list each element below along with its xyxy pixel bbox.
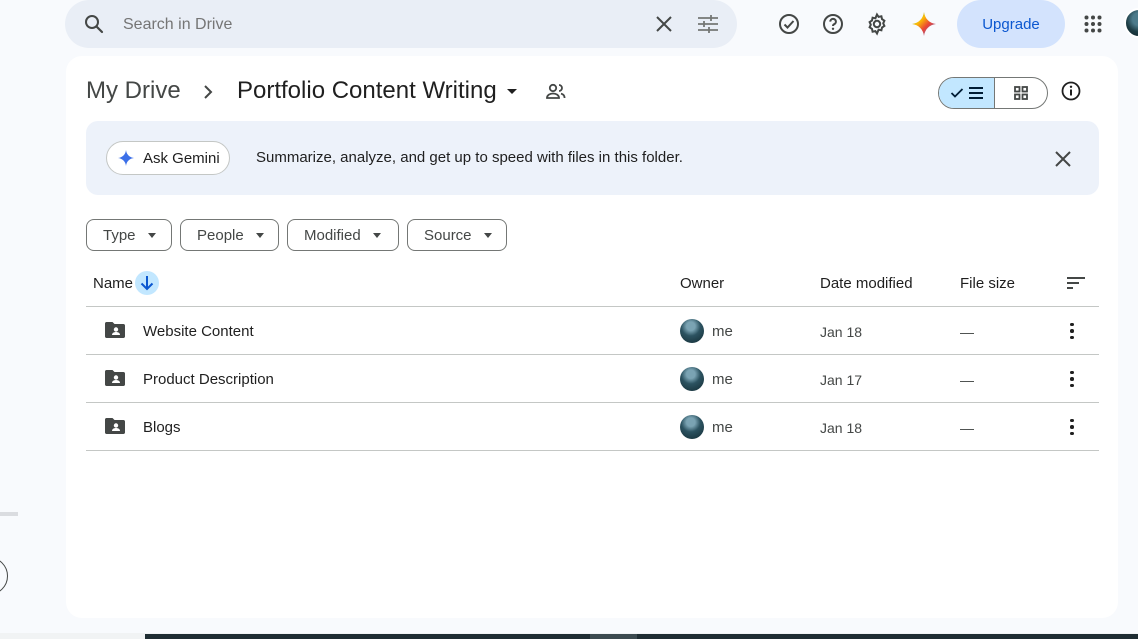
filter-source-chip[interactable]: Source — [407, 219, 507, 251]
ask-gemini-button[interactable]: Ask Gemini — [106, 141, 230, 175]
search-input[interactable] — [121, 14, 625, 36]
file-size: — — [960, 420, 974, 436]
file-size: — — [960, 372, 974, 388]
filter-label: Type — [103, 226, 136, 244]
column-header-name[interactable]: Name — [93, 275, 133, 292]
sort-direction-button[interactable] — [135, 271, 159, 295]
caret-down-icon — [255, 232, 264, 238]
grid-view-button[interactable] — [995, 78, 1047, 108]
list-view-button[interactable] — [939, 78, 995, 108]
shared-folder-icon — [104, 417, 126, 440]
filter-label: Modified — [304, 226, 361, 244]
upgrade-button[interactable]: Upgrade — [957, 0, 1065, 48]
gemini-star-icon — [118, 150, 134, 166]
grid-icon — [1014, 86, 1028, 100]
breadcrumb-current-folder[interactable]: Portfolio Content Writing — [237, 77, 517, 105]
settings-gear-icon[interactable] — [857, 4, 897, 44]
view-toggle — [938, 77, 1048, 109]
sidebar-button-edge[interactable] — [0, 557, 8, 595]
owner-name: me — [712, 323, 733, 340]
apps-grid-icon[interactable] — [1073, 4, 1113, 44]
shared-folder-icon — [104, 369, 126, 392]
column-header-file-size[interactable]: File size — [960, 275, 1015, 292]
more-actions-icon[interactable] — [1063, 418, 1081, 436]
breadcrumb-my-drive[interactable]: My Drive — [86, 77, 181, 105]
table-row[interactable] — [86, 403, 1099, 450]
file-name[interactable]: Website Content — [143, 323, 254, 340]
file-name[interactable]: Blogs — [143, 419, 181, 436]
chevron-right-icon — [200, 82, 216, 107]
filter-people-chip[interactable]: People — [180, 219, 279, 251]
ask-gemini-label: Ask Gemini — [143, 149, 220, 167]
current-folder-title: Portfolio Content Writing — [237, 77, 497, 104]
help-icon[interactable] — [813, 4, 853, 44]
owner-avatar — [680, 319, 704, 343]
column-header-owner[interactable]: Owner — [680, 275, 724, 292]
close-banner-icon[interactable] — [1052, 148, 1074, 175]
shared-folder-icon — [104, 321, 126, 344]
date-modified: Jan 18 — [820, 420, 863, 436]
more-actions-icon[interactable] — [1063, 322, 1081, 340]
sort-options-icon[interactable] — [1066, 276, 1086, 295]
divider — [86, 450, 1099, 451]
filter-label: Source — [424, 226, 472, 244]
list-icon — [968, 87, 983, 99]
search-options-icon[interactable] — [688, 4, 728, 44]
file-size: — — [960, 324, 974, 340]
filter-label: People — [197, 226, 244, 244]
shared-people-icon[interactable] — [545, 82, 567, 107]
arrow-down-icon — [140, 276, 154, 291]
gemini-sparkle-icon[interactable] — [904, 4, 944, 44]
filter-type-chip[interactable]: Type — [86, 219, 172, 251]
caret-down-icon — [506, 88, 517, 94]
clear-search-icon[interactable] — [644, 4, 684, 44]
taskbar-highlight — [590, 634, 637, 639]
date-modified: Jan 17 — [820, 372, 863, 388]
owner-name: me — [712, 371, 733, 388]
column-header-date-modified[interactable]: Date modified — [820, 275, 913, 292]
info-icon[interactable] — [1060, 80, 1082, 107]
sidebar-storage-bar — [0, 512, 18, 516]
caret-down-icon — [372, 232, 381, 238]
filter-modified-chip[interactable]: Modified — [287, 219, 399, 251]
account-avatar[interactable] — [1124, 8, 1138, 38]
owner-avatar — [680, 367, 704, 391]
owner-name: me — [712, 419, 733, 436]
owner-avatar — [680, 415, 704, 439]
date-modified: Jan 18 — [820, 324, 863, 340]
gemini-banner-text: Summarize, analyze, and get up to speed … — [256, 149, 683, 166]
search-icon[interactable] — [82, 12, 106, 41]
taskbar-edge — [145, 634, 1138, 639]
file-name[interactable]: Product Description — [143, 371, 274, 388]
caret-down-icon — [483, 232, 492, 238]
more-actions-icon[interactable] — [1063, 370, 1081, 388]
caret-down-icon — [147, 232, 156, 238]
check-icon — [950, 88, 963, 98]
offline-ready-icon[interactable] — [769, 4, 809, 44]
